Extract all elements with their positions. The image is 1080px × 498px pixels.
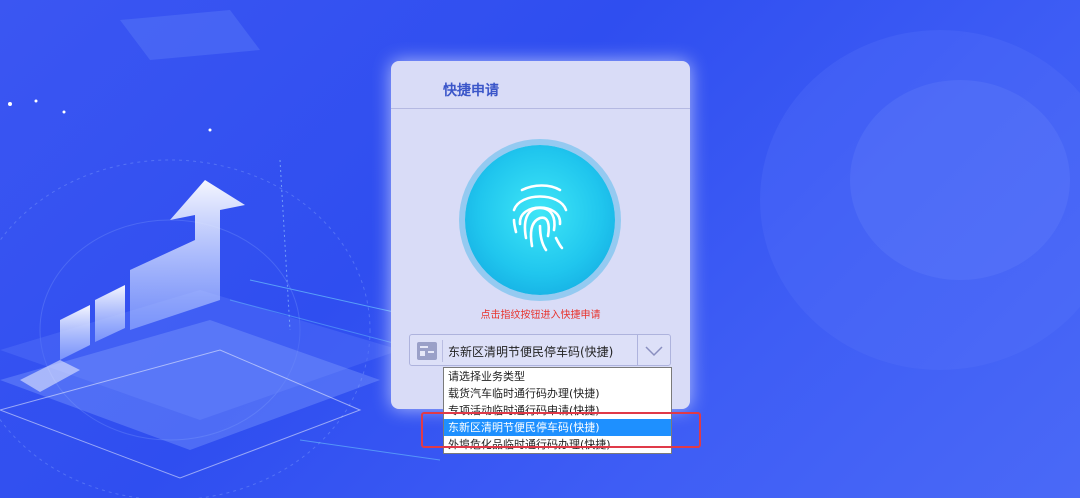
dropdown-option[interactable]: 请选择业务类型 [444,368,671,385]
annotation-highlight-box [421,412,701,448]
quick-apply-panel: 快捷申请 点击指纹按钮进入快捷申请 东新区清明节便民停车码(快捷) [391,61,690,409]
select-separator [442,340,443,362]
business-type-select[interactable]: 东新区清明节便民停车码(快捷) [409,334,671,366]
card-icon [417,342,437,360]
fingerprint-hint: 点击指纹按钮进入快捷申请 [480,310,601,321]
dropdown-option[interactable]: 载货汽车临时通行码办理(快捷) [444,385,671,402]
chevron-down-icon [645,346,663,357]
select-value: 东新区清明节便民停车码(快捷) [448,345,614,359]
select-toggle[interactable] [637,335,670,365]
panel-divider [391,108,690,109]
panel-title: 快捷申请 [443,83,499,99]
fingerprint-icon [512,184,568,252]
fingerprint-button[interactable] [465,145,615,295]
